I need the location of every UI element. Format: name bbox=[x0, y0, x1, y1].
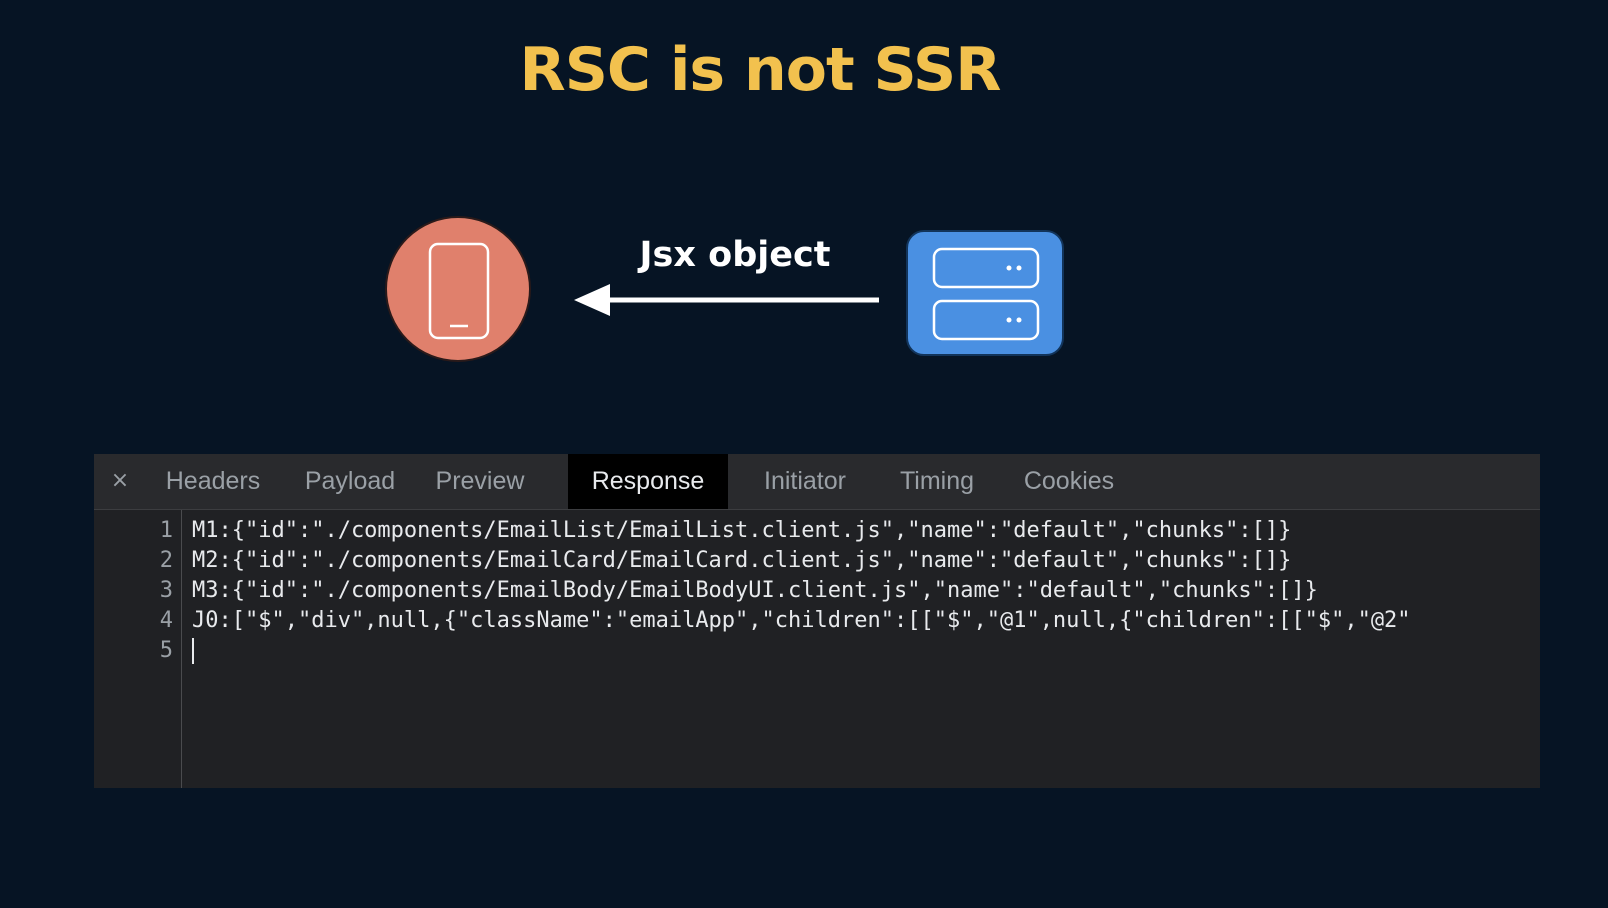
code-line: M3:{"id":"./components/EmailBody/EmailBo… bbox=[192, 578, 1318, 603]
line-number: 4 bbox=[159, 608, 173, 633]
tab-headers[interactable]: Headers bbox=[148, 454, 278, 509]
text-caret bbox=[192, 638, 194, 664]
arrow-left-icon bbox=[574, 284, 879, 316]
slide-title: RSC is not SSR bbox=[519, 35, 1002, 105]
arrow-label: Jsx object bbox=[639, 235, 831, 275]
devtools-network-panel: × Headers Payload Preview Response Initi… bbox=[94, 454, 1540, 788]
tab-response[interactable]: Response bbox=[568, 454, 728, 509]
mobile-phone-icon bbox=[428, 242, 490, 340]
client-device bbox=[385, 216, 531, 362]
tab-payload[interactable]: Payload bbox=[294, 454, 406, 509]
code-line: J0:["$","div",null,{"className":"emailAp… bbox=[192, 608, 1411, 633]
line-number: 3 bbox=[159, 578, 173, 603]
server-icon bbox=[932, 247, 1040, 341]
tab-initiator[interactable]: Initiator bbox=[740, 454, 870, 509]
close-icon[interactable]: × bbox=[108, 466, 132, 496]
code-line: M1:{"id":"./components/EmailList/EmailLi… bbox=[192, 518, 1292, 543]
tab-timing[interactable]: Timing bbox=[882, 454, 992, 509]
response-code-area[interactable]: M1:{"id":"./components/EmailList/EmailLi… bbox=[192, 510, 1540, 788]
server bbox=[906, 230, 1064, 356]
code-line: M2:{"id":"./components/EmailCard/EmailCa… bbox=[192, 548, 1292, 573]
tab-cookies[interactable]: Cookies bbox=[1004, 454, 1134, 509]
line-number: 2 bbox=[159, 548, 173, 573]
tab-preview[interactable]: Preview bbox=[424, 454, 536, 509]
line-number-gutter: 1 2 3 4 5 bbox=[94, 510, 182, 788]
devtools-tabbar: × Headers Payload Preview Response Initi… bbox=[94, 454, 1540, 510]
line-number: 1 bbox=[159, 518, 173, 543]
line-number: 5 bbox=[159, 638, 173, 663]
